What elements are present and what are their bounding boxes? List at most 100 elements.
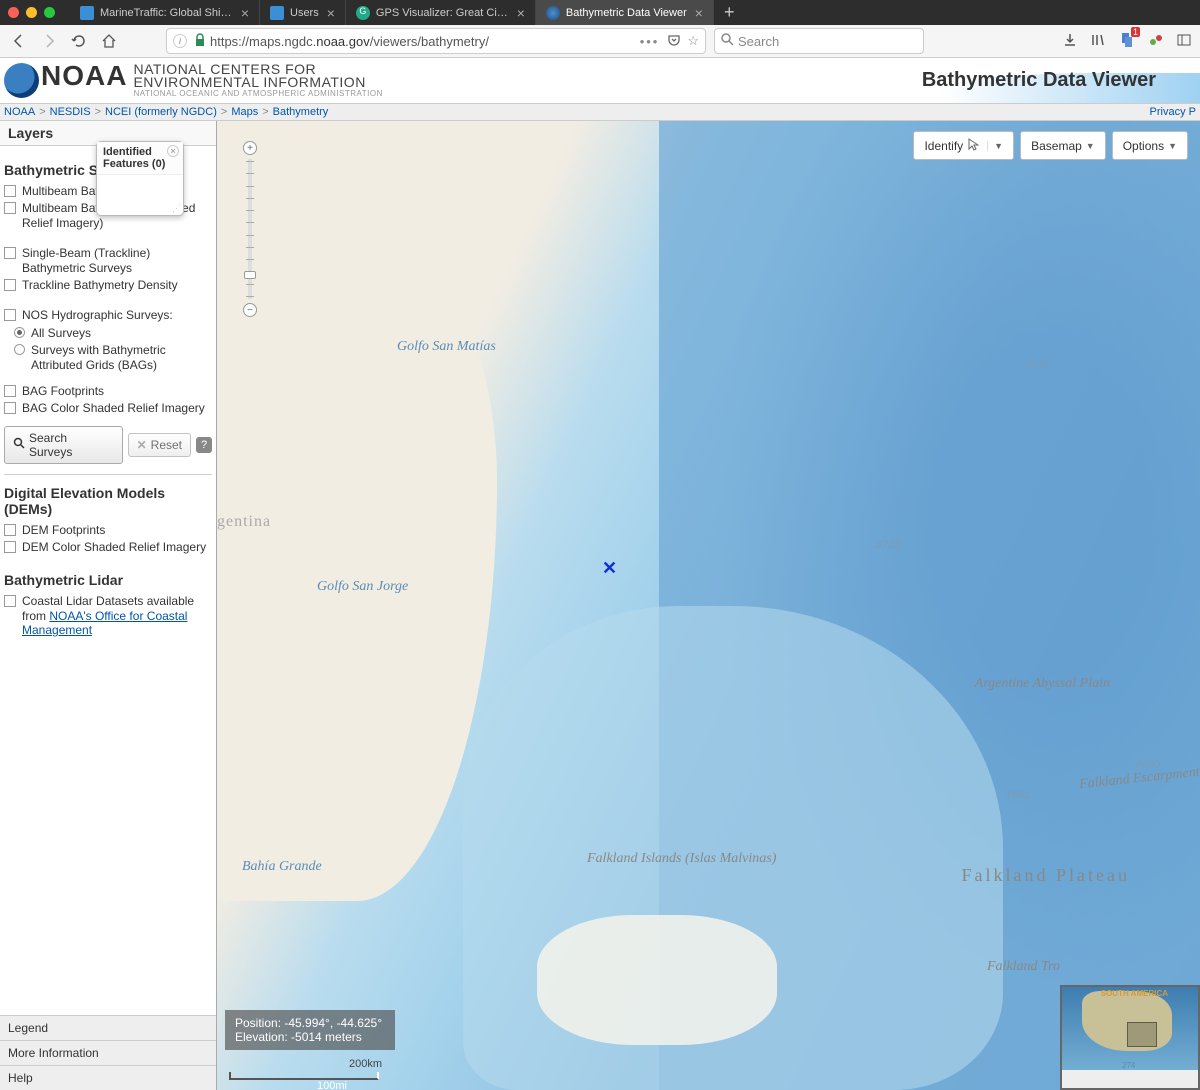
help-link[interactable]: Help <box>0 1065 216 1090</box>
cursor-position: Position: -45.994°, -44.625° <box>235 1016 385 1030</box>
minimize-window-icon[interactable] <box>26 7 37 18</box>
home-button[interactable] <box>98 30 120 52</box>
breadcrumb-link[interactable]: NOAA <box>4 106 35 118</box>
maximize-window-icon[interactable] <box>44 7 55 18</box>
close-tab-icon[interactable]: × <box>327 5 335 21</box>
map-land-falklands <box>537 915 777 1045</box>
bookmark-star-icon[interactable]: ☆ <box>687 33 699 49</box>
library-icon[interactable] <box>1090 32 1106 51</box>
checkbox-multibeam[interactable] <box>4 185 16 197</box>
options-button[interactable]: Options ▼ <box>1112 131 1188 160</box>
site-info-icon[interactable]: i <box>173 34 187 48</box>
downloads-icon[interactable] <box>1062 32 1078 51</box>
depth-label: 4541 <box>1026 359 1050 371</box>
identify-button[interactable]: Identify ▼ <box>913 131 1014 160</box>
search-input[interactable]: Search <box>714 28 924 54</box>
browser-tab[interactable]: MarineTraffic: Global Ship Trac × <box>70 0 260 25</box>
label-bag-footprints: BAG Footprints <box>22 384 104 398</box>
breadcrumb-link[interactable]: NESDIS <box>50 106 91 118</box>
zoom-in-button[interactable]: + <box>243 141 257 155</box>
breadcrumb: NOAA> NESDIS> NCEI (formerly NGDC)> Maps… <box>0 103 1200 121</box>
pocket-icon[interactable] <box>667 33 681 50</box>
label-all-surveys: All Surveys <box>31 326 91 340</box>
window-controls <box>8 7 55 18</box>
close-tab-icon[interactable]: × <box>517 5 525 21</box>
checkbox-single-beam[interactable] <box>4 247 16 259</box>
privacy-link[interactable]: Privacy P <box>1150 106 1196 118</box>
label-bag-color: BAG Color Shaded Relief Imagery <box>22 401 205 415</box>
address-bar[interactable]: i https://maps.ngdc.noaa.gov/viewers/bat… <box>166 28 706 54</box>
back-button[interactable] <box>8 30 30 52</box>
section-head-dems: Digital Elevation Models (DEMs) <box>4 485 212 517</box>
browser-tab[interactable]: Users × <box>260 0 346 25</box>
close-tab-icon[interactable]: × <box>695 5 703 21</box>
forward-button[interactable] <box>38 30 60 52</box>
depth-label: 6690 <box>1136 759 1160 771</box>
overview-extent-box[interactable] <box>1127 1022 1157 1047</box>
checkbox-nos[interactable] <box>4 309 16 321</box>
checkbox-dem-footprints[interactable] <box>4 524 16 536</box>
breadcrumb-link[interactable]: NCEI (formerly NGDC) <box>105 106 217 118</box>
checkbox-bag-color[interactable] <box>4 402 16 414</box>
cursor-elevation: Elevation: -5014 meters <box>235 1030 385 1044</box>
map-canvas[interactable]: Golfo San Matías gentina Golfo San Jorge… <box>217 121 1200 1090</box>
label-bags: Surveys with Bathymetric Attributed Grid… <box>31 343 212 372</box>
radio-bags[interactable] <box>14 344 25 355</box>
map-label: gentina <box>217 513 271 531</box>
breadcrumb-current[interactable]: Bathymetry <box>273 106 329 118</box>
breadcrumb-link[interactable]: Maps <box>231 106 258 118</box>
checkbox-bag-footprints[interactable] <box>4 385 16 397</box>
scale-mi: 100mi <box>317 1080 347 1090</box>
lock-icon <box>194 33 206 50</box>
help-button[interactable]: ? <box>196 437 212 453</box>
zoom-out-button[interactable]: − <box>243 303 257 317</box>
label-dem-footprints: DEM Footprints <box>22 523 105 537</box>
search-surveys-button[interactable]: Search Surveys <box>4 426 123 464</box>
arrow-right-icon <box>41 33 57 49</box>
map-label: Falkland Tro <box>987 959 1060 975</box>
extension-icon[interactable] <box>1148 32 1164 51</box>
tab-favicon <box>80 6 94 20</box>
zoom-track[interactable] <box>248 159 252 299</box>
sidebar-bottom: Legend More Information Help <box>0 1015 216 1090</box>
identified-features-popup[interactable]: Identified Features (0) × ⋰ <box>96 141 184 216</box>
reload-button[interactable] <box>68 30 90 52</box>
reset-button[interactable]: ✕ Reset <box>128 433 191 457</box>
close-tab-icon[interactable]: × <box>241 5 249 21</box>
checkbox-coastal-lidar[interactable] <box>4 595 16 607</box>
header-line3: NATIONAL OCEANIC AND ATMOSPHERIC ADMINIS… <box>133 89 382 98</box>
map-land-argentina <box>217 201 497 901</box>
legend-link[interactable]: Legend <box>0 1016 216 1040</box>
chevron-down-icon: ▼ <box>1086 141 1095 151</box>
checkbox-trackline[interactable] <box>4 279 16 291</box>
close-window-icon[interactable] <box>8 7 19 18</box>
map-toolbar: Identify ▼ Basemap ▼ Options ▼ <box>913 131 1188 160</box>
map-label: Falkland Plateau <box>962 865 1130 886</box>
search-icon <box>721 33 734 49</box>
basemap-button[interactable]: Basemap ▼ <box>1020 131 1106 160</box>
options-label: Options <box>1123 139 1164 153</box>
new-tab-button[interactable]: + <box>714 2 745 23</box>
chevron-down-icon[interactable]: ▼ <box>987 141 1003 151</box>
more-info-link[interactable]: More Information <box>0 1040 216 1065</box>
cursor-icon <box>967 137 979 154</box>
checkbox-dem-color[interactable] <box>4 541 16 553</box>
scale-bar: 200km 100mi <box>229 1072 379 1080</box>
page-actions-icon[interactable]: ••• <box>640 34 660 49</box>
zoom-handle[interactable] <box>244 271 256 279</box>
map-label: Falkland Islands (Islas Malvinas) <box>587 851 776 867</box>
map-label: Golfo San Jorge <box>317 579 408 595</box>
popup-close-icon[interactable]: × <box>167 145 179 157</box>
browser-tab-active[interactable]: Bathymetric Data Viewer × <box>536 0 714 25</box>
sidebar-icon[interactable] <box>1176 32 1192 51</box>
resize-handle-icon[interactable]: ⋰ <box>172 203 181 214</box>
radio-all-surveys[interactable] <box>14 327 25 338</box>
zoom-slider[interactable]: + − <box>243 141 257 316</box>
depth-label: 3713 <box>876 539 900 551</box>
notification-icon[interactable]: 1 <box>1118 31 1136 52</box>
noaa-logo-icon[interactable] <box>4 63 39 98</box>
checkbox-multibeam-shaded[interactable] <box>4 202 16 214</box>
tab-title: GPS Visualizer: Great Circle Dis <box>376 7 509 19</box>
browser-tab[interactable]: G GPS Visualizer: Great Circle Dis × <box>346 0 536 25</box>
overview-map[interactable]: SOUTH AMERICA 274 <box>1060 985 1200 1090</box>
